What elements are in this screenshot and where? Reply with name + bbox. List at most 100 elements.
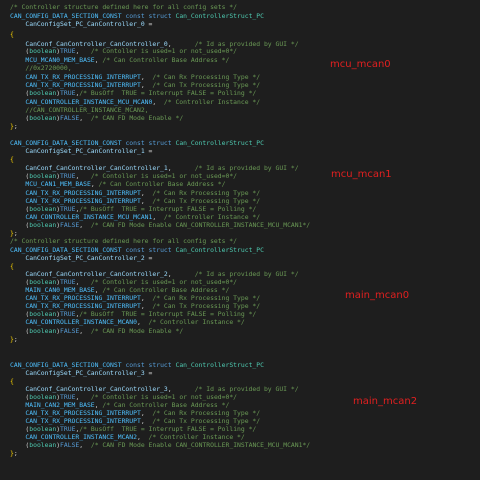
- code-line[interactable]: (boolean)TRUE,/* BusOff TRUE = Interrupt…: [10, 89, 480, 97]
- code-line[interactable]: CAN_TX_RX_PROCESSING_INTERRUPT, /* Can R…: [10, 409, 480, 417]
- code-token: ,: [75, 393, 91, 401]
- code-line[interactable]: CAN_TX_RX_PROCESSING_INTERRUPT, /* Can T…: [10, 417, 480, 425]
- code-line[interactable]: (boolean)TRUE,/* BusOff TRUE = Interrupt…: [10, 205, 480, 213]
- code-line[interactable]: (boolean)TRUE, /* Contoller is used=1 or…: [10, 278, 480, 286]
- code-token: Can_ControllerStruct_PC: [175, 139, 264, 147]
- code-token: ;: [13, 449, 18, 457]
- code-token: /* Controller structure defined here for…: [10, 237, 238, 245]
- code-token: const struct: [125, 246, 172, 254]
- code-line[interactable]: //CAN_CONTROLLER_INSTANCE_MCAN2,: [10, 106, 480, 114]
- code-line[interactable]: CAN_CONTROLLER_INSTANCE_MCU_MCAN1, /* Co…: [10, 213, 480, 221]
- code-line[interactable]: CanConf_CanController_CanController_2, /…: [10, 270, 480, 278]
- code-token: /* Contoller is used=1 or not_used=0*/: [90, 47, 238, 55]
- code-line[interactable]: (boolean)TRUE,/* BusOff TRUE = Interrupt…: [10, 310, 480, 318]
- code-line[interactable]: CAN_CONFIG_DATA_SECTION_CONST const stru…: [10, 139, 480, 147]
- code-line[interactable]: };: [10, 122, 480, 130]
- code-line[interactable]: CAN_CONTROLLER_INSTANCE_MCAN2, /* Contro…: [10, 433, 480, 441]
- code-token: CAN_CONFIG_DATA_SECTION_CONST: [10, 361, 122, 369]
- code-line[interactable]: CanConfigSet_PC_CanController_2 =: [10, 254, 480, 262]
- code-token: boolean: [29, 221, 57, 229]
- code-line[interactable]: CAN_TX_RX_PROCESSING_INTERRUPT, /* Can R…: [10, 73, 480, 81]
- code-line[interactable]: MAIN_CAN0_MEM_BASE, /* Can Controller Ba…: [10, 286, 480, 294]
- code-token: CAN_TX_RX_PROCESSING_INTERRUPT: [25, 81, 141, 89]
- code-token: const struct: [125, 139, 172, 147]
- code-line[interactable]: {: [10, 377, 480, 385]
- code-line[interactable]: CanConfigSet_PC_CanController_1 =: [10, 147, 480, 155]
- code-token: {: [10, 377, 14, 385]
- code-token: ,: [167, 385, 195, 393]
- code-line[interactable]: {: [10, 262, 480, 270]
- code-line[interactable]: (boolean)FALSE, /* CAN FD Mode Enable */: [10, 327, 480, 335]
- code-line[interactable]: (boolean)TRUE,/* BusOff TRUE = Interrupt…: [10, 425, 480, 433]
- code-line[interactable]: CAN_TX_RX_PROCESSING_INTERRUPT, /* Can T…: [10, 302, 480, 310]
- code-token: {: [10, 262, 14, 270]
- code-token: /* Can Tx Processing Type */: [152, 302, 261, 310]
- code-line[interactable]: (boolean)FALSE, /* CAN FD Mode Enable CA…: [10, 221, 480, 229]
- code-line[interactable]: //0x2720000,: [10, 64, 480, 72]
- code-token: /* BusOff TRUE = Interrupt FALSE = Polli…: [79, 205, 257, 213]
- code-line[interactable]: CAN_TX_RX_PROCESSING_INTERRUPT, /* Can R…: [10, 294, 480, 302]
- code-token: /* Contoller is used=1 or not_used=0*/: [90, 172, 238, 180]
- code-editor[interactable]: /* Controller structure defined here for…: [0, 0, 480, 480]
- code-token: /* CAN FD Mode Enable CAN_CONTROLLER_INS…: [90, 441, 311, 449]
- code-token: MCU_CAN1_MEM_BASE: [25, 180, 91, 188]
- code-line[interactable]: (boolean)TRUE, /* Contoller is used=1 or…: [10, 172, 480, 180]
- code-line[interactable]: };: [10, 449, 480, 457]
- code-token: CanConf_CanController_CanController_2: [25, 270, 168, 278]
- code-line[interactable]: CAN_CONFIG_DATA_SECTION_CONST const stru…: [10, 12, 480, 20]
- code-line[interactable]: {: [10, 30, 480, 38]
- code-line[interactable]: MCU_CAN1_MEM_BASE, /* Can Controller Bas…: [10, 180, 480, 188]
- code-line[interactable]: {: [10, 155, 480, 163]
- code-token: CAN_TX_RX_PROCESSING_INTERRUPT: [25, 197, 141, 205]
- code-token: CanConfigSet_PC_CanController_2: [25, 254, 145, 262]
- code-line[interactable]: };: [10, 229, 480, 237]
- code-token: /* Controller Instance */: [148, 433, 245, 441]
- code-line[interactable]: CanConfigSet_PC_CanController_3 =: [10, 369, 480, 377]
- code-token: CAN_TX_RX_PROCESSING_INTERRUPT: [25, 73, 141, 81]
- code-line[interactable]: CAN_TX_RX_PROCESSING_INTERRUPT, /* Can T…: [10, 197, 480, 205]
- code-token: TRUE: [60, 89, 76, 97]
- code-token: /* Can Rx Processing Type */: [152, 73, 261, 81]
- code-token: /* BusOff TRUE = Interrupt FALSE = Polli…: [79, 89, 257, 97]
- code-token: =: [144, 147, 153, 155]
- code-line[interactable]: CanConf_CanController_CanController_1, /…: [10, 164, 480, 172]
- code-line[interactable]: /* Controller structure defined here for…: [10, 3, 480, 11]
- code-token: ,: [152, 98, 164, 106]
- code-token: /* Can Controller Base Address */: [98, 180, 226, 188]
- code-line[interactable]: CAN_CONTROLLER_INSTANCE_MCAN0, /* Contro…: [10, 318, 480, 326]
- code-line[interactable]: };: [10, 335, 480, 343]
- code-token: boolean: [29, 114, 57, 122]
- code-line[interactable]: CAN_CONFIG_DATA_SECTION_CONST const stru…: [10, 361, 480, 369]
- code-line[interactable]: CAN_CONTROLLER_INSTANCE_MCU_MCAN0, /* Co…: [10, 98, 480, 106]
- code-line[interactable]: [10, 343, 480, 351]
- code-token: {: [10, 30, 14, 38]
- code-token: TRUE: [60, 172, 76, 180]
- annotation-mcu-mcan1: mcu_mcan1: [331, 169, 392, 180]
- code-token: Can_ControllerStruct_PC: [175, 12, 264, 20]
- code-token: FALSE: [60, 114, 80, 122]
- code-line[interactable]: MCU_MCAN0_MEM_BASE, /* Can Controller Ba…: [10, 56, 480, 64]
- code-line[interactable]: /* Controller structure defined here for…: [10, 237, 480, 245]
- code-line[interactable]: CanConfigSet_PC_CanController_0 =: [10, 20, 480, 28]
- code-token: TRUE: [60, 205, 76, 213]
- code-token: /* Id as provided by GUI */: [194, 270, 299, 278]
- code-token: /* Controller Instance */: [148, 318, 245, 326]
- code-token: CanConf_CanController_CanController_1: [25, 164, 168, 172]
- code-line[interactable]: CAN_CONFIG_DATA_SECTION_CONST const stru…: [10, 246, 480, 254]
- code-line[interactable]: (boolean)FALSE, /* CAN FD Mode Enable */: [10, 114, 480, 122]
- code-line[interactable]: (boolean)FALSE, /* CAN FD Mode Enable CA…: [10, 441, 480, 449]
- code-token: CAN_CONFIG_DATA_SECTION_CONST: [10, 139, 122, 147]
- code-line[interactable]: (boolean)TRUE, /* Contoller is used=1 or…: [10, 47, 480, 55]
- code-token: CAN_TX_RX_PROCESSING_INTERRUPT: [25, 302, 141, 310]
- code-line[interactable]: CAN_TX_RX_PROCESSING_INTERRUPT, /* Can R…: [10, 189, 480, 197]
- code-line[interactable]: CanConf_CanController_CanController_3, /…: [10, 385, 480, 393]
- code-line[interactable]: CAN_TX_RX_PROCESSING_INTERRUPT, /* Can T…: [10, 81, 480, 89]
- code-token: ,: [140, 73, 153, 81]
